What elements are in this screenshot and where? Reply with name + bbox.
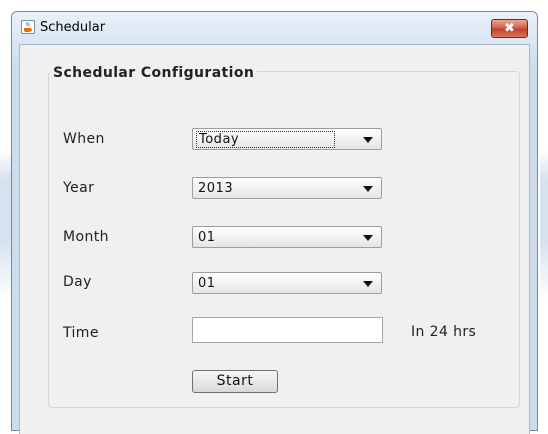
day-dropdown[interactable]: 01 bbox=[192, 272, 382, 294]
close-icon: ✖ bbox=[504, 21, 515, 36]
chevron-down-icon bbox=[363, 235, 373, 241]
day-label: Day bbox=[63, 274, 92, 290]
year-label: Year bbox=[63, 180, 95, 196]
desktop-background-right bbox=[540, 0, 548, 423]
desktop-background-left bbox=[0, 0, 11, 423]
group-title: Schedular Configuration bbox=[50, 65, 258, 81]
day-selected-value: 01 bbox=[198, 276, 216, 291]
month-label: Month bbox=[63, 229, 109, 245]
when-selected-value: Today bbox=[196, 131, 336, 148]
time-label: Time bbox=[63, 325, 99, 341]
chevron-down-icon bbox=[363, 281, 373, 287]
year-dropdown[interactable]: 2013 bbox=[192, 177, 382, 199]
time-format-hint: In 24 hrs bbox=[411, 324, 477, 340]
year-selected-value: 2013 bbox=[198, 181, 234, 196]
title-bar[interactable]: Schedular ✖ bbox=[12, 12, 537, 42]
month-selected-value: 01 bbox=[198, 230, 216, 245]
start-button[interactable]: Start bbox=[192, 370, 278, 393]
window-title: Schedular bbox=[40, 20, 106, 35]
chevron-down-icon bbox=[363, 186, 373, 192]
when-label: When bbox=[63, 131, 105, 147]
month-dropdown[interactable]: 01 bbox=[192, 226, 382, 248]
window-client-area: Schedular Configuration When Today Year … bbox=[19, 44, 530, 434]
close-button[interactable]: ✖ bbox=[491, 19, 528, 38]
time-input[interactable] bbox=[192, 317, 383, 343]
chevron-down-icon bbox=[363, 137, 373, 143]
schedular-window: Schedular ✖ Schedular Configuration When… bbox=[11, 11, 538, 434]
when-dropdown[interactable]: Today bbox=[192, 128, 382, 150]
java-cup-icon[interactable] bbox=[21, 19, 35, 34]
